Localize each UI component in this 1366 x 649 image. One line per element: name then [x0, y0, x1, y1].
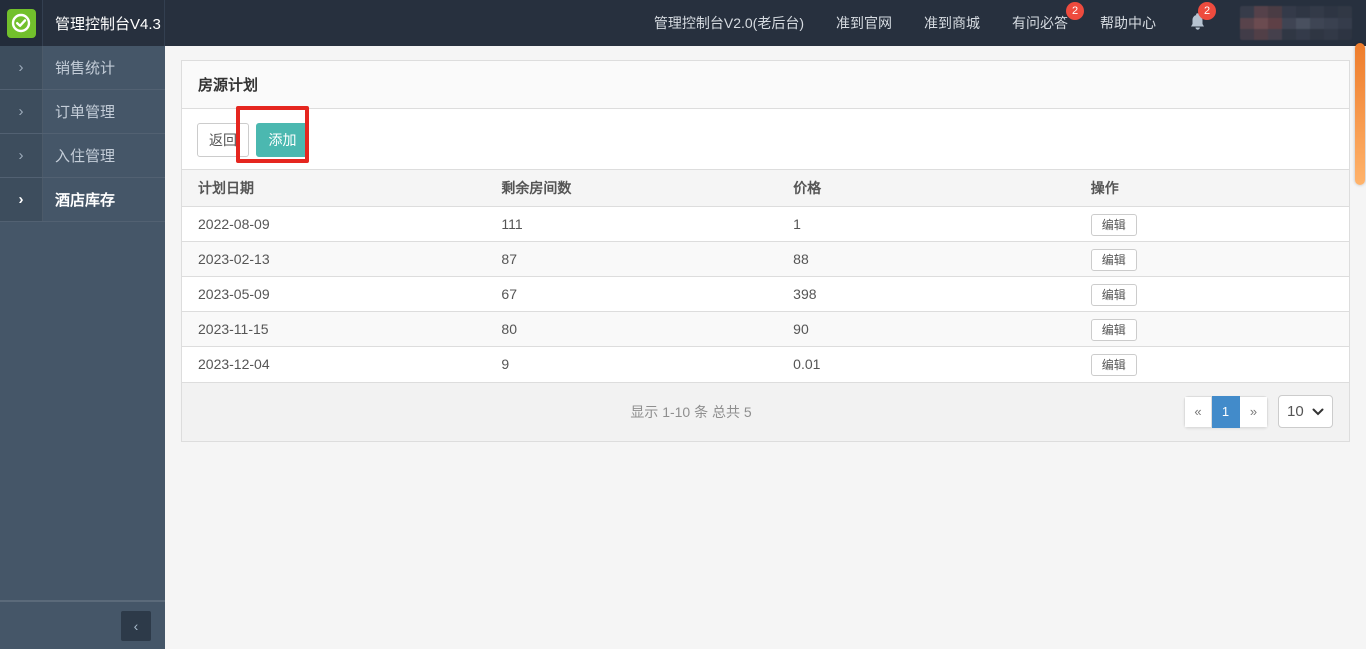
- sidebar-item-label: 订单管理: [55, 104, 116, 121]
- sidebar-footer: ‹: [0, 600, 165, 649]
- top-header: 管理控制台V4.3 管理控制台V2.0(老后台) 准到官网 准到商城 有问必答 …: [0, 0, 1366, 46]
- sidebar-item-label: 入住管理: [55, 148, 116, 165]
- chevron-right-icon: ›: [18, 191, 24, 208]
- edit-button[interactable]: 编辑: [1090, 248, 1137, 271]
- cell-operation: 编辑: [1074, 241, 1349, 277]
- panel-title: 房源计划: [182, 61, 1349, 109]
- sidebar-collapse-button[interactable]: ‹: [121, 610, 151, 641]
- chevron-right-icon: ›: [18, 59, 24, 76]
- edit-button[interactable]: 编辑: [1090, 318, 1137, 341]
- cell-plan-date: 2023-05-09: [182, 276, 486, 312]
- cell-operation: 编辑: [1074, 276, 1349, 312]
- cell-rooms-left: 67: [485, 276, 778, 312]
- prev-page-button[interactable]: «: [1184, 395, 1212, 428]
- table-row: 2023-05-09 67 398 编辑: [182, 276, 1349, 312]
- add-button[interactable]: 添加: [256, 123, 309, 157]
- edit-button[interactable]: 编辑: [1090, 283, 1137, 306]
- cell-operation: 编辑: [1074, 346, 1349, 382]
- sidebar-item-hotel-inventory[interactable]: › 酒店库存: [0, 178, 165, 222]
- col-header-rooms-left: 剩余房间数: [485, 169, 778, 207]
- chevron-cell: ›: [0, 178, 43, 221]
- pagination-controls: « 1 »: [1184, 395, 1268, 428]
- table-row: 2023-12-04 9 0.01 编辑: [182, 346, 1349, 382]
- sidebar-item-checkin-mgmt[interactable]: › 入住管理: [0, 134, 165, 178]
- toolbar: 返回 添加: [182, 109, 1349, 169]
- cell-rooms-left: 111: [501, 216, 523, 232]
- chevron-right-icon: ›: [18, 103, 24, 120]
- cell-operation: 编辑: [1074, 311, 1349, 347]
- cell-plan-date: 2022-08-09: [198, 216, 270, 232]
- nav-old-console[interactable]: 管理控制台V2.0(老后台): [654, 13, 804, 33]
- nav-qa[interactable]: 有问必答 2: [1012, 2, 1084, 33]
- col-header-operation: 操作: [1074, 169, 1349, 207]
- nav-help-center[interactable]: 帮助中心: [1100, 13, 1156, 33]
- cell-rooms-left: 9: [485, 346, 778, 382]
- table-header-row: 计划日期 剩余房间数 价格 操作: [182, 169, 1349, 207]
- bell-badge: 2: [1198, 2, 1216, 20]
- pixelated-username: [1240, 6, 1352, 40]
- app-logo[interactable]: [6, 8, 36, 38]
- col-header-price: 价格: [777, 169, 1075, 207]
- sidebar-item-sales-stats[interactable]: › 销售统计: [0, 46, 165, 90]
- scrollbar-thumb[interactable]: [1355, 43, 1365, 185]
- room-plan-panel: 房源计划 返回 添加 计划日期 剩余房间数 价格 操作 2022-08-09 1…: [181, 60, 1350, 442]
- chevron-left-icon: ‹: [133, 617, 139, 634]
- cell-rooms-left: 87: [485, 241, 778, 277]
- sidebar-item-label: 销售统计: [55, 60, 116, 77]
- main-content: 房源计划 返回 添加 计划日期 剩余房间数 价格 操作 2022-08-09 1…: [165, 46, 1366, 649]
- pagination-summary: 显示 1-10 条 总共 5: [630, 403, 752, 420]
- chevron-down-icon: [1312, 408, 1324, 415]
- check-circle-icon: [11, 13, 31, 33]
- logo-cell: [0, 0, 43, 46]
- col-header-plan-date: 计划日期: [182, 169, 486, 207]
- table-row: 2023-11-15 80 90 编辑: [182, 311, 1349, 347]
- cell-plan-date: 2023-11-15: [182, 311, 486, 347]
- sidebar: › 销售统计 › 订单管理 › 入住管理 › 酒店库存 ‹: [0, 46, 165, 649]
- chevron-cell: ›: [0, 134, 43, 177]
- edit-button[interactable]: 编辑: [1090, 353, 1137, 376]
- next-page-button[interactable]: »: [1240, 395, 1268, 428]
- page-size-select[interactable]: 10: [1278, 395, 1333, 428]
- page-size-value: 10: [1287, 403, 1304, 420]
- top-navigation: 管理控制台V2.0(老后台) 准到官网 准到商城 有问必答 2 帮助中心 2: [654, 0, 1366, 46]
- chevron-right-icon: ›: [18, 147, 24, 164]
- table-row: 2022-08-09 111 1 编辑: [182, 207, 1349, 242]
- edit-button[interactable]: 编辑: [1090, 213, 1137, 236]
- cell-price: 90: [777, 311, 1075, 347]
- nav-mall[interactable]: 准到商城: [924, 13, 980, 33]
- cell-price: 398: [777, 276, 1075, 312]
- cell-price: 88: [777, 241, 1075, 277]
- cell-price: 1: [793, 216, 801, 232]
- qa-badge: 2: [1066, 2, 1084, 20]
- pagination-footer: 显示 1-10 条 总共 5 « 1 » 10: [182, 381, 1349, 441]
- chevron-cell: ›: [0, 90, 43, 133]
- sidebar-item-label: 酒店库存: [55, 192, 116, 209]
- cell-operation: 编辑: [1075, 207, 1349, 242]
- back-button[interactable]: 返回: [197, 123, 249, 157]
- cell-rooms-left: 80: [485, 311, 778, 347]
- notification-bell[interactable]: 2: [1188, 2, 1216, 34]
- cell-plan-date: 2023-12-04: [182, 346, 486, 382]
- room-plan-table: 计划日期 剩余房间数 价格 操作 2022-08-09 111 1 编辑 202…: [182, 169, 1349, 382]
- cell-price: 0.01: [777, 346, 1075, 382]
- nav-qa-label: 有问必答: [1012, 15, 1068, 31]
- cell-plan-date: 2023-02-13: [182, 241, 486, 277]
- brand-cell: 管理控制台V4.3: [43, 0, 165, 46]
- current-page-button[interactable]: 1: [1212, 395, 1240, 428]
- nav-official-site[interactable]: 准到官网: [836, 13, 892, 33]
- user-account-blurred[interactable]: [1240, 6, 1352, 40]
- sidebar-item-order-mgmt[interactable]: › 订单管理: [0, 90, 165, 134]
- app-title: 管理控制台V4.3: [55, 15, 161, 33]
- table-row: 2023-02-13 87 88 编辑: [182, 241, 1349, 277]
- chevron-cell: ›: [0, 46, 43, 89]
